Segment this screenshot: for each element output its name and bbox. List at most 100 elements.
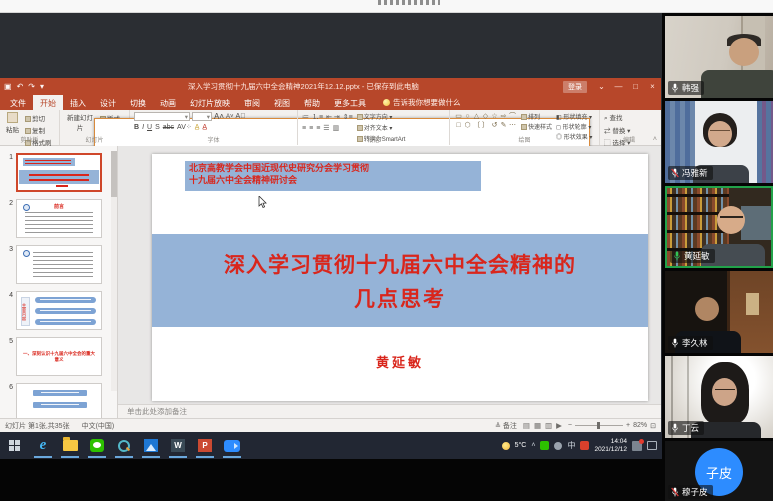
tab-home[interactable]: 开始 <box>33 95 63 110</box>
thumbnail-slide-1[interactable] <box>16 153 102 192</box>
line-spacing-icon[interactable]: ⇕≡ <box>343 113 353 121</box>
participant-tile-active-speaker[interactable]: 黄延敏 <box>665 186 773 268</box>
font-size-box[interactable]: ▾ <box>192 112 212 121</box>
participant-tile[interactable]: 丁云 <box>665 356 773 438</box>
save-icon[interactable]: ▣ <box>4 82 12 91</box>
zoom-in-button[interactable]: + <box>626 422 630 429</box>
justify-icon[interactable]: ☰ <box>323 124 329 132</box>
zoom-out-button[interactable]: − <box>568 422 572 429</box>
fit-to-window-icon[interactable]: ⊡ <box>650 422 656 430</box>
tell-me-box[interactable]: 告诉我你想要做什么 <box>383 95 461 110</box>
zoom-slider[interactable] <box>575 425 623 426</box>
taskbar-powerpoint[interactable]: P <box>194 432 216 459</box>
thumbnail-scrollbar[interactable] <box>111 151 117 391</box>
italic-button[interactable]: I <box>142 124 144 131</box>
participant-tile[interactable]: 冯雅新 <box>665 101 773 183</box>
font-color-icon[interactable]: A̲ <box>202 124 207 131</box>
taskbar-explorer[interactable] <box>59 432 81 459</box>
redo-icon[interactable]: ↷ <box>28 82 35 91</box>
weather-temperature[interactable]: 5°C <box>515 442 527 449</box>
scrollbar-thumb[interactable] <box>111 151 117 197</box>
tab-view[interactable]: 视图 <box>267 95 297 110</box>
slide-title-box[interactable]: 深入学习贯彻十九届六中全会精神的 几点思考 <box>152 234 648 327</box>
taskbar-wechat[interactable] <box>86 432 108 459</box>
start-button[interactable] <box>0 432 28 459</box>
taskbar-clock[interactable]: 14:04 2021/12/12 <box>594 438 627 453</box>
collapse-ribbon-icon[interactable]: ˄ <box>653 136 657 143</box>
underline-button[interactable]: U <box>147 124 152 131</box>
taskbar-photos[interactable] <box>140 432 162 459</box>
tab-transitions[interactable]: 切换 <box>123 95 153 110</box>
arrange-button[interactable]: 排列 <box>521 112 552 121</box>
language-status[interactable]: 中文(中国) <box>82 421 115 431</box>
notes-toggle-button[interactable]: ≜ 备注 <box>495 421 517 431</box>
taskbar-ie[interactable]: e <box>32 432 54 459</box>
tray-expand-icon[interactable]: ˄ <box>531 442 535 449</box>
copy-button[interactable]: 复制 <box>25 125 52 135</box>
highlight-icon[interactable]: A̲ <box>195 124 200 131</box>
tab-animations[interactable]: 动画 <box>153 95 183 110</box>
thumbnail-slide-5[interactable]: 一、深刻认识十九届六中全会的重大意义 <box>16 337 102 376</box>
paste-button[interactable]: 粘贴 <box>4 112 21 134</box>
taskbar-search-app[interactable] <box>113 432 135 459</box>
login-button[interactable]: 登录 <box>563 81 587 93</box>
weather-sun-icon[interactable] <box>502 442 510 450</box>
align-text-button[interactable]: 对齐文本 ▾ <box>357 123 406 132</box>
notes-pane[interactable]: 单击此处添加备注 <box>118 404 661 418</box>
columns-icon[interactable]: ▥ <box>333 124 340 132</box>
tray-red-icon[interactable] <box>580 441 589 450</box>
tab-help[interactable]: 帮助 <box>297 95 327 110</box>
ribbon-display-icon[interactable]: ⌄ <box>593 78 610 95</box>
new-slide-button[interactable]: 新建幻灯片 <box>64 112 96 132</box>
zoom-knob[interactable] <box>597 422 600 429</box>
notification-badge-icon[interactable] <box>632 441 642 451</box>
participant-tile[interactable]: 子皮 穆子皮 <box>665 441 773 501</box>
undo-icon[interactable]: ↶ <box>17 82 24 91</box>
tab-more-tools[interactable]: 更多工具 <box>327 95 373 110</box>
find-button[interactable]: ⌕ 查找 <box>604 112 630 123</box>
thumbnail-slide-2[interactable]: 前言 <box>16 199 102 238</box>
minimize-button[interactable]: — <box>610 78 627 95</box>
zoom-percentage[interactable]: 82% <box>633 422 647 429</box>
strikethrough-button[interactable]: abc <box>163 124 174 131</box>
tray-icon[interactable] <box>554 442 562 450</box>
cut-button[interactable]: 剪切 <box>25 113 52 123</box>
shape-fill-button[interactable]: ◧ 形状填充 ▾ <box>556 112 592 121</box>
tab-insert[interactable]: 插入 <box>63 95 93 110</box>
slide-header-box[interactable]: 北京高教学会中国近现代史研究分会学习贯彻 十九届六中全会精神研讨会 <box>185 161 481 191</box>
text-direction-button[interactable]: 文字方向 ▾ <box>357 112 406 121</box>
shapes-gallery[interactable]: ▭○△◇☆⇨⌒ □⬡〔〕↺✎⋯ <box>454 112 517 130</box>
participant-tile[interactable]: 李久林 <box>665 271 773 353</box>
tab-design[interactable]: 设计 <box>93 95 123 110</box>
ime-icon[interactable]: 中 <box>567 440 575 451</box>
align-right-icon[interactable]: ≡ <box>316 125 320 132</box>
numbering-icon[interactable]: ⒈≡ <box>312 112 323 122</box>
shadow-button[interactable]: S <box>155 124 160 131</box>
reading-view-icon[interactable]: ▥ <box>545 421 552 430</box>
align-center-icon[interactable]: ≡ <box>309 125 313 132</box>
action-center-icon[interactable] <box>647 441 657 450</box>
indent-icons[interactable]: ⇤ ⇥ <box>326 113 340 121</box>
shape-outline-button[interactable]: ◻ 形状轮廓 ▾ <box>556 122 592 131</box>
bold-button[interactable]: B <box>134 124 139 131</box>
quick-styles-button[interactable]: 快速样式 <box>521 122 552 131</box>
clear-format-icon[interactable]: A⃠ <box>236 113 246 120</box>
slide-page[interactable]: 北京高教学会中国近现代史研究分会学习贯彻 十九届六中全会精神研讨会 深入学习贯彻… <box>152 154 648 401</box>
close-button[interactable]: × <box>644 78 661 95</box>
shrink-font-icon[interactable]: A˅ <box>226 114 234 120</box>
bullets-icon[interactable]: ≔ <box>302 113 309 121</box>
restore-button[interactable]: □ <box>627 78 644 95</box>
tab-slideshow[interactable]: 幻灯片放映 <box>183 95 237 110</box>
tab-file[interactable]: 文件 <box>3 95 33 110</box>
normal-view-icon[interactable]: ▤ <box>523 421 530 430</box>
thumbnail-slide-4[interactable]: 主要内容 <box>16 291 102 330</box>
wechat-tray-icon[interactable] <box>540 441 549 450</box>
grow-font-icon[interactable]: A˄ <box>214 112 224 121</box>
participant-tile[interactable]: 韩强 <box>665 16 773 98</box>
taskbar-meeting-app[interactable] <box>221 432 243 459</box>
tab-review[interactable]: 审阅 <box>237 95 267 110</box>
thumbnail-slide-3[interactable] <box>16 245 102 284</box>
thumbnail-slide-6[interactable] <box>16 383 102 418</box>
slide-sorter-icon[interactable]: ▦ <box>534 421 541 430</box>
replace-button[interactable]: ⇄ 替换 ▾ <box>604 125 630 135</box>
